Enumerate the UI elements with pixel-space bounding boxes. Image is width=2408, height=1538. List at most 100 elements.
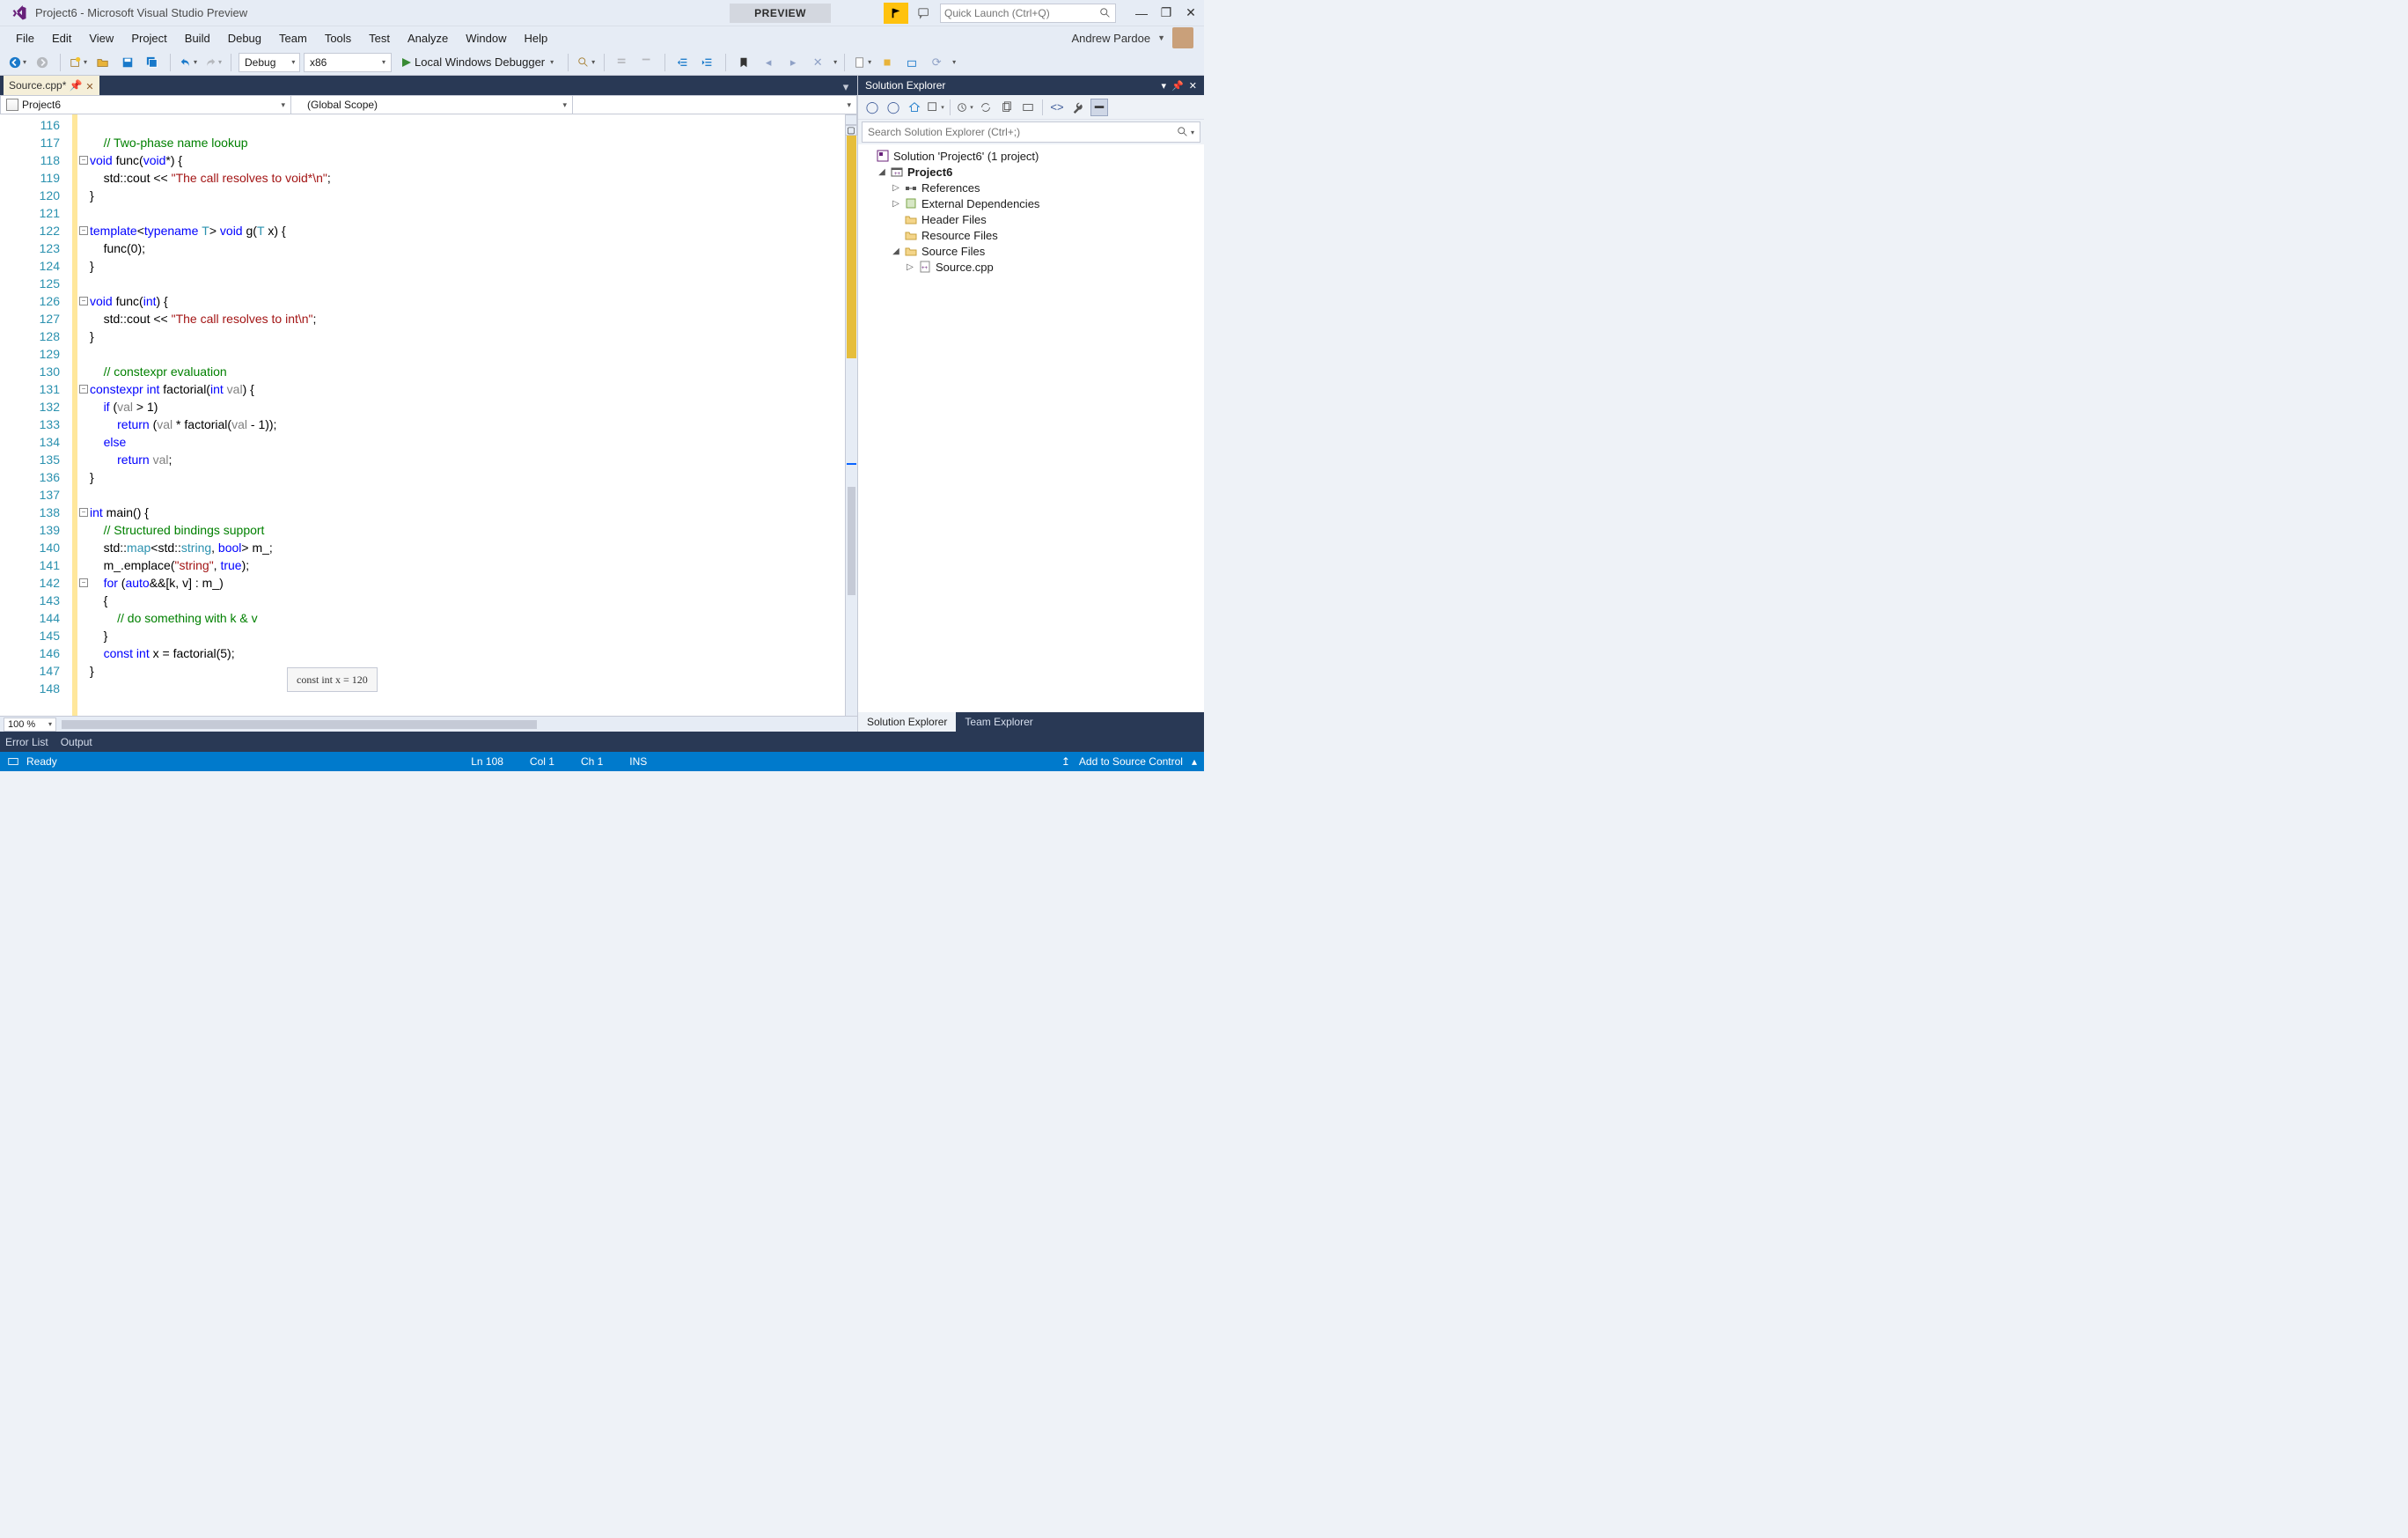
tree-row[interactable]: Resource Files — [858, 227, 1204, 243]
tab-error-list[interactable]: Error List — [5, 736, 48, 748]
restore-button[interactable]: ❐ — [1156, 4, 1176, 23]
menu-edit[interactable]: Edit — [43, 26, 80, 49]
tree-row[interactable]: ▷++Source.cpp — [858, 259, 1204, 275]
close-icon[interactable]: ✕ — [85, 81, 94, 90]
increase-indent-button[interactable] — [697, 52, 718, 73]
tree-row[interactable]: ▷External Dependencies — [858, 195, 1204, 211]
undo-button[interactable]: ▾ — [178, 52, 199, 73]
member-combo[interactable]: ▾ — [573, 96, 856, 114]
menu-help[interactable]: Help — [516, 26, 557, 49]
next-bookmark-button[interactable]: ▸ — [782, 52, 804, 73]
user-avatar[interactable] — [1172, 27, 1193, 48]
nav-forward-button[interactable] — [32, 52, 53, 73]
menu-file[interactable]: File — [7, 26, 43, 49]
file-tab-source[interactable]: Source.cpp* 📌 ✕ — [4, 76, 99, 95]
fold-toggle[interactable]: − — [79, 156, 88, 165]
open-file-button[interactable] — [92, 52, 114, 73]
redo-button[interactable]: ▾ — [202, 52, 224, 73]
source-control-button[interactable]: Add to Source Control — [1079, 755, 1183, 768]
bookmark-button[interactable] — [733, 52, 754, 73]
tree-row[interactable]: ▷References — [858, 180, 1204, 195]
signed-in-user[interactable]: Andrew Pardoe — [1071, 32, 1150, 45]
menu-debug[interactable]: Debug — [219, 26, 270, 49]
nav-back-button[interactable]: ▾ — [7, 52, 28, 73]
find-in-files-button[interactable]: ▾ — [576, 52, 597, 73]
config-combo[interactable]: Debug▾ — [239, 53, 300, 72]
notifications-flag-button[interactable] — [884, 3, 908, 24]
user-dropdown-icon[interactable]: ▼ — [1157, 33, 1165, 42]
tab-team-explorer[interactable]: Team Explorer — [956, 712, 1041, 732]
menu-window[interactable]: Window — [457, 26, 515, 49]
menu-team[interactable]: Team — [270, 26, 316, 49]
menu-view[interactable]: View — [80, 26, 122, 49]
zoom-combo[interactable]: 100 %▾ — [4, 717, 56, 732]
project-scope-combo[interactable]: Project6 ▾ — [1, 96, 291, 114]
se-code-button[interactable]: <> — [1048, 99, 1066, 116]
horizontal-scrollbar[interactable] — [62, 719, 854, 730]
solution-search-box[interactable]: ▾ — [862, 121, 1200, 143]
se-preview-button[interactable] — [1090, 99, 1108, 116]
se-scope-button[interactable]: ▾ — [927, 99, 944, 116]
fold-toggle[interactable]: − — [79, 226, 88, 235]
se-collapse-button[interactable] — [1019, 99, 1037, 116]
quick-launch-box[interactable] — [940, 4, 1116, 23]
se-forward-button[interactable]: ◯ — [885, 99, 902, 116]
close-button[interactable]: ✕ — [1181, 4, 1200, 23]
prev-bookmark-button[interactable]: ◂ — [758, 52, 779, 73]
tree-row[interactable]: Solution 'Project6' (1 project) — [858, 148, 1204, 164]
se-pending-button[interactable]: ▾ — [956, 99, 973, 116]
tree-row[interactable]: Header Files — [858, 211, 1204, 227]
menu-tools[interactable]: Tools — [316, 26, 360, 49]
vertical-scrollbar[interactable] — [845, 114, 857, 716]
auto-hide-icon[interactable]: 📌 — [1171, 80, 1184, 92]
split-handle[interactable] — [845, 114, 857, 125]
close-panel-icon[interactable]: ✕ — [1189, 80, 1197, 92]
scc-dropdown-icon[interactable]: ▴ — [1192, 755, 1197, 768]
minimize-button[interactable]: — — [1132, 4, 1151, 23]
tree-row[interactable]: ◢Source Files — [858, 243, 1204, 259]
se-refresh-button[interactable] — [998, 99, 1016, 116]
new-item-button[interactable]: ▾ — [852, 52, 873, 73]
expand-handle[interactable]: ▢ — [845, 125, 857, 136]
pin-icon[interactable]: 📌 — [71, 81, 80, 90]
menu-build[interactable]: Build — [176, 26, 219, 49]
code-body[interactable]: // Two-phase name lookup−void func(void*… — [77, 114, 845, 716]
window-position-icon[interactable]: ▾ — [1162, 80, 1167, 92]
scope-combo[interactable]: (Global Scope) ▾ — [291, 96, 573, 114]
publish-icon[interactable]: ↥ — [1061, 755, 1070, 768]
clear-bookmarks-button[interactable]: ✕ — [807, 52, 828, 73]
se-home-button[interactable] — [906, 99, 923, 116]
se-properties-button[interactable] — [1069, 99, 1087, 116]
save-all-button[interactable] — [142, 52, 163, 73]
menu-analyze[interactable]: Analyze — [399, 26, 457, 49]
code-editor[interactable]: ▢ 11611711811912012112212312412512612712… — [0, 114, 857, 716]
new-project-button[interactable]: ▾ — [68, 52, 89, 73]
fold-toggle[interactable]: − — [79, 385, 88, 394]
menu-test[interactable]: Test — [360, 26, 399, 49]
se-sync-button[interactable] — [977, 99, 995, 116]
solution-search-input[interactable] — [868, 126, 1177, 138]
class-view-button[interactable] — [901, 52, 922, 73]
add-class-button[interactable] — [877, 52, 898, 73]
save-button[interactable] — [117, 52, 138, 73]
sync-button[interactable]: ⟳ — [926, 52, 947, 73]
decrease-indent-button[interactable] — [672, 52, 694, 73]
tab-solution-explorer[interactable]: Solution Explorer — [858, 712, 956, 732]
fold-toggle[interactable]: − — [79, 578, 88, 587]
tree-row[interactable]: ◢++Project6 — [858, 164, 1204, 180]
quick-launch-input[interactable] — [944, 7, 1099, 19]
platform-combo[interactable]: x86▾ — [304, 53, 392, 72]
feedback-button[interactable] — [914, 3, 935, 24]
se-back-button[interactable]: ◯ — [863, 99, 881, 116]
menu-project[interactable]: Project — [122, 26, 175, 49]
start-debug-button[interactable]: Local Windows Debugger▾ — [395, 53, 561, 72]
tab-overflow-button[interactable]: ▾ — [838, 79, 854, 95]
solution-tree[interactable]: Solution 'Project6' (1 project)◢++Projec… — [858, 144, 1204, 712]
search-options-icon[interactable]: ▾ — [1191, 129, 1194, 136]
fold-toggle[interactable]: − — [79, 508, 88, 517]
comment-button[interactable] — [612, 52, 633, 73]
fold-toggle[interactable]: − — [79, 297, 88, 305]
solution-explorer-header[interactable]: Solution Explorer ▾ 📌 ✕ — [858, 76, 1204, 95]
uncomment-button[interactable] — [636, 52, 657, 73]
tab-output[interactable]: Output — [61, 736, 92, 748]
